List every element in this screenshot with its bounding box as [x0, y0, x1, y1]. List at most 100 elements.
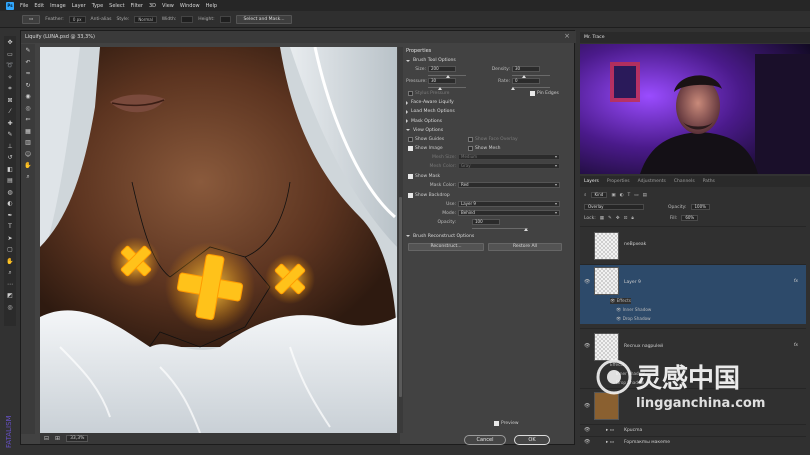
- hand-tool-icon[interactable]: ✋: [6, 257, 15, 266]
- filter-type-icon[interactable]: T: [628, 193, 631, 198]
- opacity-slider[interactable]: [472, 227, 528, 229]
- tab-channels[interactable]: Channels: [674, 179, 695, 184]
- more-tools-icon[interactable]: ⋯: [6, 280, 15, 289]
- layer-row-selected[interactable]: 👁︎ Layer 9 fx: [580, 264, 806, 324]
- reconstruct-tool-icon[interactable]: ↶: [24, 58, 33, 67]
- visibility-eye-icon[interactable]: 👁︎: [584, 279, 590, 285]
- cancel-button[interactable]: Cancel: [464, 435, 506, 445]
- visibility-eye-icon[interactable]: 👁︎: [584, 439, 590, 445]
- eyedropper-icon[interactable]: ⁄: [6, 107, 15, 116]
- lock-brush-icon[interactable]: ✎: [608, 216, 612, 221]
- clone-stamp-icon[interactable]: ⊥: [6, 142, 15, 151]
- layer-opacity-input[interactable]: 100%: [690, 204, 710, 210]
- menu-image[interactable]: Image: [50, 3, 66, 9]
- smooth-tool-icon[interactable]: ≈: [24, 69, 33, 78]
- density-input[interactable]: 30: [512, 66, 540, 73]
- photoshop-logo-icon[interactable]: Ps: [6, 1, 14, 10]
- eye-icon[interactable]: 👁︎: [610, 298, 617, 303]
- blend-mode-select[interactable]: Overlay: [584, 204, 644, 210]
- zoom-tool-icon[interactable]: ⌕: [24, 173, 33, 182]
- group-row[interactable]: 👁︎ ▸ ▭ Fopmaкmы макeme: [580, 436, 806, 448]
- density-slider[interactable]: [512, 75, 550, 77]
- pressure-input[interactable]: 30: [428, 78, 456, 85]
- marquee-mode-icon[interactable]: ▭: [22, 14, 41, 24]
- effect-drop-shadow[interactable]: 👁︎ Drop Shadow: [616, 316, 651, 322]
- type-tool-icon[interactable]: T: [6, 222, 15, 231]
- stylus-pressure-checkbox[interactable]: Stylus Pressure: [408, 91, 449, 97]
- lasso-tool-icon[interactable]: ➰: [6, 61, 15, 70]
- opacity-slider-handle[interactable]: [524, 227, 528, 231]
- eye-icon[interactable]: 👁︎: [616, 307, 623, 312]
- size-input[interactable]: 200: [428, 66, 456, 73]
- tab-layers[interactable]: Layers: [584, 179, 599, 184]
- opacity-input[interactable]: 100: [472, 218, 500, 225]
- color-swatches-icon[interactable]: ◩: [6, 291, 15, 300]
- quick-mask-icon[interactable]: ◎: [6, 303, 15, 312]
- layer-row[interactable]: neBpxeak: [580, 226, 806, 264]
- tab-paths[interactable]: Paths: [703, 179, 715, 184]
- filter-smart-icon[interactable]: ▤: [643, 193, 647, 198]
- dodge-tool-icon[interactable]: ◐: [6, 199, 15, 208]
- mesh-size-select[interactable]: Medium: [458, 153, 560, 160]
- height-input[interactable]: [219, 15, 232, 23]
- kind-filter-select[interactable]: Kind: [590, 192, 608, 198]
- eraser-icon[interactable]: ◧: [6, 165, 15, 174]
- pen-tool-icon[interactable]: ✒: [6, 211, 15, 220]
- visibility-eye-icon[interactable]: 👁︎: [584, 403, 590, 409]
- menu-3d[interactable]: 3D: [149, 3, 156, 9]
- use-select[interactable]: Layer 9: [458, 200, 560, 207]
- lock-artboard-icon[interactable]: ⊡: [624, 216, 628, 221]
- close-icon[interactable]: ×: [564, 32, 570, 40]
- liquify-canvas[interactable]: [40, 47, 397, 433]
- select-and-mask-button[interactable]: Select and Mask...: [236, 14, 292, 24]
- menu-type[interactable]: Type: [92, 3, 103, 9]
- layer-fx-badge[interactable]: fx: [794, 343, 798, 348]
- brush-tool-options-toggle[interactable]: Brush Tool Options: [406, 58, 571, 63]
- layer-fx-badge[interactable]: fx: [794, 279, 798, 284]
- forward-warp-icon[interactable]: ✎: [24, 46, 33, 55]
- brush-tool-icon[interactable]: ✎: [6, 130, 15, 139]
- feather-input[interactable]: 0 px: [68, 15, 86, 23]
- show-guides-checkbox[interactable]: Show Guides: [408, 136, 444, 142]
- load-mesh-toggle[interactable]: Load Mesh Options: [406, 109, 571, 114]
- lock-position-icon[interactable]: ✥: [616, 216, 620, 221]
- history-brush-icon[interactable]: ↺: [6, 153, 15, 162]
- menu-filter[interactable]: Filter: [131, 3, 143, 9]
- face-aware-toggle[interactable]: Face-Aware Liquify: [406, 100, 571, 105]
- lock-all-icon[interactable]: 🔒︎: [631, 215, 633, 221]
- zoom-level[interactable]: 33,3%: [66, 435, 89, 442]
- menu-view[interactable]: View: [162, 3, 174, 9]
- healing-brush-icon[interactable]: ✚: [6, 119, 15, 128]
- tab-adjustments[interactable]: Adjustments: [638, 179, 666, 184]
- hand-tool-icon[interactable]: ✋: [24, 161, 33, 170]
- visibility-eye-icon[interactable]: 👁︎: [584, 427, 590, 433]
- zoom-in-icon[interactable]: ⊞: [55, 435, 60, 442]
- zoom-tool-icon[interactable]: ⌕: [6, 268, 15, 277]
- tab-properties[interactable]: Properties: [607, 179, 630, 184]
- show-mask-checkbox[interactable]: Show Mask: [408, 173, 440, 179]
- zoom-out-icon[interactable]: ⊟: [44, 435, 49, 442]
- reconstruct-button[interactable]: Reconstruct...: [408, 243, 484, 252]
- marquee-tool-icon[interactable]: ▭: [6, 50, 15, 59]
- show-backdrop-checkbox[interactable]: Show Backdrop: [408, 192, 450, 198]
- mesh-color-select[interactable]: Gray: [458, 162, 560, 169]
- menu-file[interactable]: File: [20, 3, 28, 9]
- bloat-tool-icon[interactable]: ◎: [24, 104, 33, 113]
- gradient-icon[interactable]: ▤: [6, 176, 15, 185]
- menu-layer[interactable]: Layer: [72, 3, 86, 9]
- crop-tool-icon[interactable]: ⌗: [6, 84, 15, 93]
- view-options-toggle[interactable]: View Options: [406, 128, 571, 133]
- width-input[interactable]: [181, 15, 194, 23]
- face-tool-icon[interactable]: ☺: [24, 150, 33, 159]
- menu-edit[interactable]: Edit: [34, 3, 44, 9]
- mask-options-toggle[interactable]: Mask Options: [406, 119, 571, 124]
- canvas-vertical-scrollbar[interactable]: [398, 47, 403, 433]
- ok-button[interactable]: OK: [514, 435, 550, 445]
- show-image-checkbox[interactable]: Show Image: [408, 145, 443, 151]
- pin-edges-checkbox[interactable]: Pin Edges: [530, 91, 559, 97]
- rate-slider[interactable]: [512, 87, 550, 89]
- visibility-eye-icon[interactable]: 👁︎: [584, 343, 590, 349]
- lock-pixels-icon[interactable]: ▦: [600, 216, 604, 221]
- menu-help[interactable]: Help: [206, 3, 217, 9]
- rate-input[interactable]: 0: [512, 78, 540, 85]
